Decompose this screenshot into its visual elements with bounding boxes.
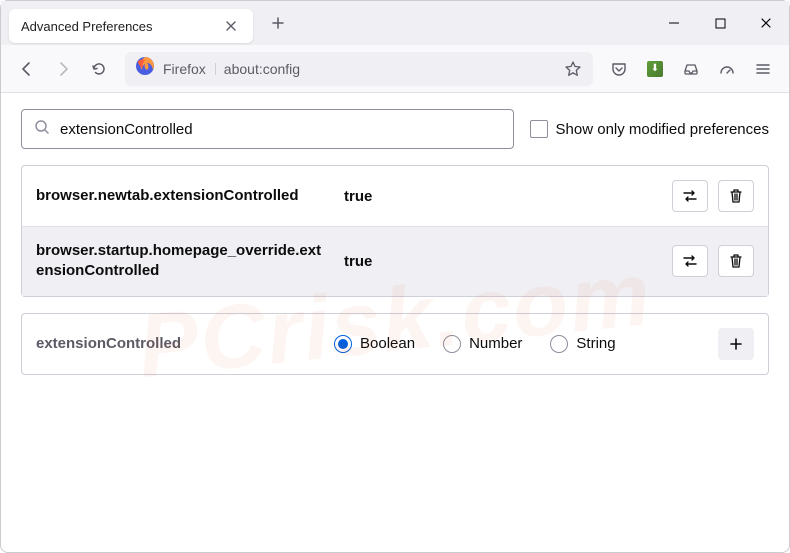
url-text: about:config (224, 61, 555, 77)
type-string[interactable]: String (550, 335, 615, 353)
toggle-button[interactable] (672, 245, 708, 277)
preference-name: browser.startup.homepage_override.extens… (36, 241, 336, 282)
type-boolean[interactable]: Boolean (334, 335, 415, 353)
toggle-button[interactable] (672, 180, 708, 212)
type-label: String (576, 335, 615, 352)
search-icon (34, 119, 50, 140)
search-row: Show only modified preferences (21, 109, 769, 149)
delete-button[interactable] (718, 245, 754, 277)
pocket-icon[interactable] (603, 53, 635, 85)
type-number[interactable]: Number (443, 335, 522, 353)
search-input[interactable] (60, 121, 501, 138)
window-controls (651, 1, 789, 45)
close-tab-icon[interactable] (221, 16, 241, 36)
firefox-logo-icon (135, 56, 155, 81)
preference-list: browser.newtab.extensionControlled true … (21, 165, 769, 297)
checkbox-icon (530, 120, 548, 138)
preference-value: true (344, 188, 664, 205)
radio-icon (334, 335, 352, 353)
menu-button[interactable] (747, 53, 779, 85)
preference-actions (672, 245, 754, 277)
meter-icon[interactable] (711, 53, 743, 85)
preference-row[interactable]: browser.newtab.extensionControlled true (22, 166, 768, 226)
preference-actions (672, 180, 754, 212)
preference-value: true (344, 253, 664, 270)
content-area: Show only modified preferences browser.n… (1, 93, 789, 391)
add-button[interactable] (718, 328, 754, 360)
close-window-button[interactable] (743, 1, 789, 45)
preference-name: browser.newtab.extensionControlled (36, 186, 336, 206)
delete-button[interactable] (718, 180, 754, 212)
modified-only-label: Show only modified preferences (556, 121, 769, 138)
type-options: Boolean Number String (334, 335, 710, 353)
extension-icon[interactable]: ⬇ (639, 53, 671, 85)
search-box[interactable] (21, 109, 514, 149)
maximize-button[interactable] (697, 1, 743, 45)
back-button[interactable] (11, 53, 43, 85)
reload-button[interactable] (83, 53, 115, 85)
modified-only-toggle[interactable]: Show only modified preferences (530, 120, 769, 138)
title-bar: Advanced Preferences (1, 1, 789, 45)
navigation-toolbar: Firefox about:config ⬇ (1, 45, 789, 93)
url-bar[interactable]: Firefox about:config (125, 52, 593, 86)
inbox-icon[interactable] (675, 53, 707, 85)
type-label: Boolean (360, 335, 415, 352)
minimize-button[interactable] (651, 1, 697, 45)
forward-button[interactable] (47, 53, 79, 85)
new-preference-name: extensionControlled (36, 335, 326, 352)
tab-title: Advanced Preferences (21, 19, 211, 34)
new-tab-button[interactable] (263, 8, 293, 38)
new-preference-row: extensionControlled Boolean Number Strin… (21, 313, 769, 375)
radio-icon (550, 335, 568, 353)
browser-tab[interactable]: Advanced Preferences (9, 9, 253, 43)
radio-icon (443, 335, 461, 353)
bookmark-star-icon[interactable] (563, 59, 583, 79)
preference-row[interactable]: browser.startup.homepage_override.extens… (22, 226, 768, 296)
identity-label: Firefox (163, 61, 216, 77)
type-label: Number (469, 335, 522, 352)
